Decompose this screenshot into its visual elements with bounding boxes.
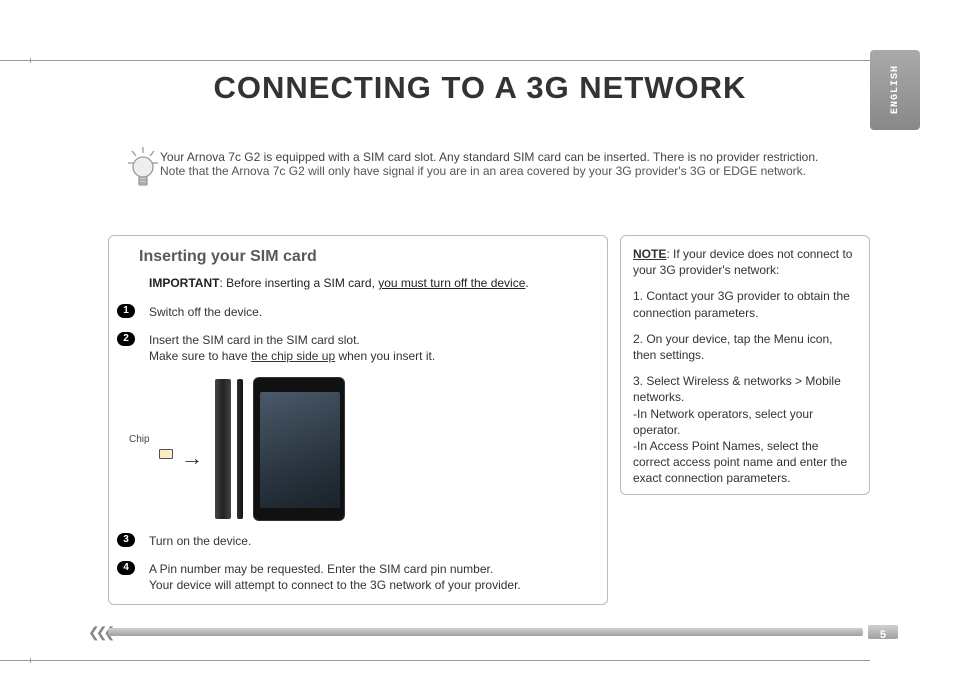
important-text-b: . bbox=[525, 276, 528, 290]
step-1: 1 Switch off the device. bbox=[149, 304, 589, 320]
sim-heading: Inserting your SIM card bbox=[139, 248, 589, 266]
page-bottom-rule bbox=[0, 660, 870, 661]
step-2-text-a: Insert the SIM card in the SIM card slot… bbox=[149, 332, 589, 348]
step-3-num: 3 bbox=[117, 533, 135, 547]
chip-label: Chip bbox=[129, 433, 150, 447]
important-text-a: : Before inserting a SIM card, bbox=[219, 276, 378, 290]
important-text-underline: you must turn off the device bbox=[378, 276, 525, 290]
note-label: NOTE bbox=[633, 247, 666, 261]
step-3-text: Turn on the device. bbox=[149, 534, 251, 548]
step-2-num: 2 bbox=[117, 332, 135, 346]
step-4-text-a: A Pin number may be requested. Enter the… bbox=[149, 561, 589, 577]
intro-line-2: Note that the Arnova 7c G2 will only hav… bbox=[160, 164, 860, 178]
tablet-edge-view bbox=[237, 379, 243, 519]
note-p2: 2. On your device, tap the Menu icon, th… bbox=[633, 331, 857, 363]
lightbulb-icon bbox=[126, 145, 160, 195]
important-line: IMPORTANT: Before inserting a SIM card, … bbox=[149, 276, 589, 290]
crop-mark-top bbox=[30, 58, 40, 63]
note-p5: -In Access Point Names, select the corre… bbox=[633, 438, 857, 487]
tablet-screen bbox=[260, 392, 340, 508]
page-top-rule bbox=[0, 60, 870, 61]
step-2-text-b1: Make sure to have bbox=[149, 349, 251, 363]
step-1-text: Switch off the device. bbox=[149, 305, 262, 319]
step-2-text-b2: when you insert it. bbox=[335, 349, 435, 363]
step-4-text-b: Your device will attempt to connect to t… bbox=[149, 577, 589, 593]
tablet-front-view bbox=[253, 377, 345, 521]
note-p4: -In Network operators, select your opera… bbox=[633, 406, 857, 438]
step-2-text-b: Make sure to have the chip side up when … bbox=[149, 348, 589, 364]
footer-bar bbox=[108, 628, 863, 636]
page-title: CONNECTING TO A 3G NETWORK bbox=[130, 70, 830, 106]
note-heading-text: : If your device does not connect to you… bbox=[633, 247, 852, 277]
arrow-right-icon: → bbox=[181, 443, 203, 473]
crop-mark-bottom bbox=[30, 658, 40, 663]
tablet-side-view bbox=[215, 379, 231, 519]
note-p3: 3. Select Wireless & networks > Mobile n… bbox=[633, 373, 857, 405]
intro-line-1: Your Arnova 7c G2 is equipped with a SIM… bbox=[160, 150, 860, 164]
language-label: ENGLISH bbox=[890, 65, 901, 114]
sim-chip-icon bbox=[159, 449, 173, 459]
troubleshoot-note-box: NOTE: If your device does not connect to… bbox=[620, 235, 870, 495]
step-3: 3 Turn on the device. bbox=[149, 533, 589, 549]
step-4: 4 A Pin number may be requested. Enter t… bbox=[149, 561, 589, 593]
page-number-badge: 5 bbox=[868, 625, 898, 639]
language-tab: ENGLISH bbox=[870, 50, 920, 130]
note-p1: 1. Contact your 3G provider to obtain th… bbox=[633, 288, 857, 320]
note-heading-line: NOTE: If your device does not connect to… bbox=[633, 246, 857, 278]
page-number: 5 bbox=[880, 630, 887, 642]
step-2: 2 Insert the SIM card in the SIM card sl… bbox=[149, 332, 589, 520]
step-1-num: 1 bbox=[117, 304, 135, 318]
step-2-text-b-underline: the chip side up bbox=[251, 349, 335, 363]
sim-instructions-box: Inserting your SIM card IMPORTANT: Befor… bbox=[108, 235, 608, 605]
step-4-num: 4 bbox=[117, 561, 135, 575]
important-label: IMPORTANT bbox=[149, 276, 219, 290]
device-illustration: Chip → bbox=[149, 371, 589, 521]
intro-text: Your Arnova 7c G2 is equipped with a SIM… bbox=[160, 150, 860, 178]
